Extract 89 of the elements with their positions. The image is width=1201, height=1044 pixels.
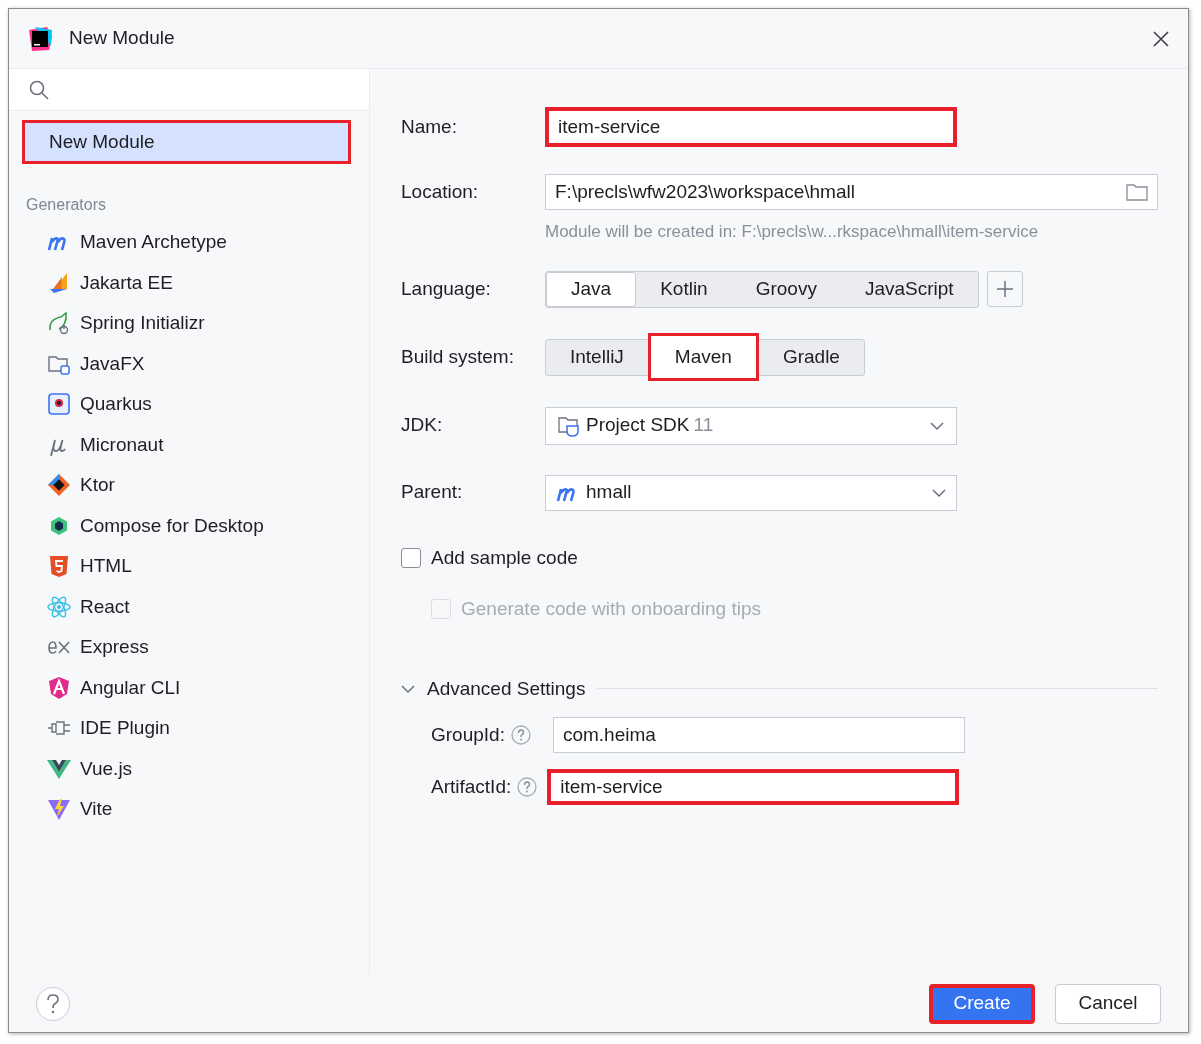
- help-icon: [46, 993, 60, 1014]
- parent-value: hmall: [586, 480, 632, 505]
- section-heading: Generators: [26, 195, 108, 215]
- generator-label: IDE Plugin: [80, 716, 170, 740]
- jdk-dropdown[interactable]: Project SDK 11: [545, 406, 957, 445]
- name-field[interactable]: item-service: [545, 107, 957, 147]
- generator-item[interactable]: Micronaut: [17, 424, 361, 465]
- generator-label: React: [80, 594, 130, 619]
- segment-option[interactable]: JavaScript: [840, 271, 978, 307]
- help-icon[interactable]: [510, 725, 531, 745]
- generator-label: Vite: [80, 797, 113, 821]
- close-icon[interactable]: [1152, 29, 1170, 48]
- generator-item[interactable]: HTML: [17, 546, 361, 587]
- checkbox-label: Add sample code: [431, 545, 578, 570]
- sidebar-item[interactable]: New Module: [22, 120, 351, 164]
- chevron-down-icon: [932, 487, 946, 498]
- dialog-button[interactable]: Create: [929, 983, 1035, 1024]
- generator-item[interactable]: Express: [17, 627, 361, 668]
- field-label: Location:: [401, 179, 480, 204]
- chevron-down-icon[interactable]: [401, 683, 415, 694]
- section-title: Advanced Settings: [427, 676, 586, 701]
- diamond-icon: [47, 473, 71, 498]
- plus-icon: [995, 280, 1014, 298]
- generator-item[interactable]: Ktor: [17, 465, 361, 506]
- atom-icon: [47, 594, 71, 619]
- generator-label: HTML: [80, 554, 132, 578]
- jdk-version: 11: [693, 413, 714, 438]
- shield-five-icon: [47, 554, 71, 579]
- checkbox-label: Generate code with onboarding tips: [461, 597, 761, 621]
- leaf-power-icon: [47, 311, 71, 336]
- segment-option[interactable]: Maven: [647, 333, 759, 381]
- generator-label: Angular CLI: [80, 675, 181, 700]
- generator-label: Ktor: [80, 473, 115, 497]
- help-button[interactable]: [36, 986, 70, 1021]
- generator-label: Vue.js: [80, 756, 133, 781]
- generator-item[interactable]: Quarkus: [17, 384, 361, 425]
- generator-item[interactable]: Vite: [17, 789, 361, 830]
- generator-item[interactable]: Spring Initializr: [17, 303, 361, 344]
- field-label: ArtifactId:: [431, 774, 512, 799]
- dialog-button[interactable]: Cancel: [1055, 983, 1161, 1024]
- generator-label: JavaFX: [80, 351, 145, 376]
- field-label: Parent:: [401, 480, 464, 505]
- text-field[interactable]: item-service: [547, 769, 960, 805]
- folder-icon[interactable]: [1126, 183, 1148, 201]
- shield-a-icon: [47, 675, 71, 700]
- generator-label: Micronaut: [80, 432, 164, 457]
- help-icon[interactable]: [517, 777, 538, 797]
- generator-item[interactable]: Compose for Desktop: [17, 505, 361, 546]
- folder-cup-icon: [558, 414, 582, 437]
- generator-item[interactable]: Maven Archetype: [17, 222, 361, 263]
- segment-option[interactable]: Java: [546, 271, 637, 307]
- ij-logo-icon: [27, 25, 53, 52]
- segment-option[interactable]: Kotlin: [636, 271, 732, 307]
- search-icon: [29, 79, 49, 100]
- bolt-triangle-icon: [47, 797, 71, 822]
- chevron-down-icon: [930, 420, 944, 431]
- generator-label: Maven Archetype: [80, 230, 227, 254]
- field-label: Name:: [401, 114, 458, 139]
- segment-option[interactable]: Groovy: [731, 271, 841, 307]
- generator-label: Compose for Desktop: [80, 513, 264, 538]
- generator-item[interactable]: IDE Plugin: [17, 708, 361, 749]
- generator-label: Jakarta EE: [80, 270, 173, 295]
- generator-item[interactable]: JavaFX: [17, 343, 361, 384]
- generator-item[interactable]: Vue.js: [17, 748, 361, 789]
- checkbox[interactable]: [401, 547, 421, 568]
- generator-item[interactable]: Jakarta EE: [17, 262, 361, 303]
- generator-label: Spring Initializr: [80, 311, 205, 335]
- generator-label: Quarkus: [80, 392, 152, 416]
- location-field[interactable]: F:\precls\wfw2023\workspace\hmall: [545, 174, 1158, 210]
- add-button[interactable]: [986, 271, 1023, 307]
- generator-label: Express: [80, 635, 149, 659]
- segment-option[interactable]: IntelliJ: [546, 339, 648, 375]
- text-field[interactable]: com.heima: [552, 717, 965, 753]
- generator-item[interactable]: Angular CLI: [17, 667, 361, 708]
- field-label: JDK:: [401, 413, 444, 438]
- field-label: Language:: [401, 276, 492, 301]
- ex-glyph-icon: [47, 639, 71, 656]
- location-hint: Module will be created in: F:\precls\w...rkspace\hmall\item-service: [545, 221, 1040, 243]
- v-logo-icon: [47, 758, 71, 779]
- window-title: New Module: [69, 26, 175, 51]
- location-value: F:\precls\wfw2023\workspace\hmall: [555, 179, 855, 204]
- field-label: GroupId:: [431, 722, 505, 747]
- square-bug-icon: [47, 392, 71, 417]
- field-label: Build system:: [401, 344, 515, 369]
- parent-dropdown[interactable]: hmall: [545, 474, 957, 511]
- segment-option[interactable]: Gradle: [758, 339, 864, 375]
- jdk-value: Project SDK: [586, 413, 690, 438]
- search-field[interactable]: [9, 69, 369, 111]
- generator-item[interactable]: React: [17, 586, 361, 627]
